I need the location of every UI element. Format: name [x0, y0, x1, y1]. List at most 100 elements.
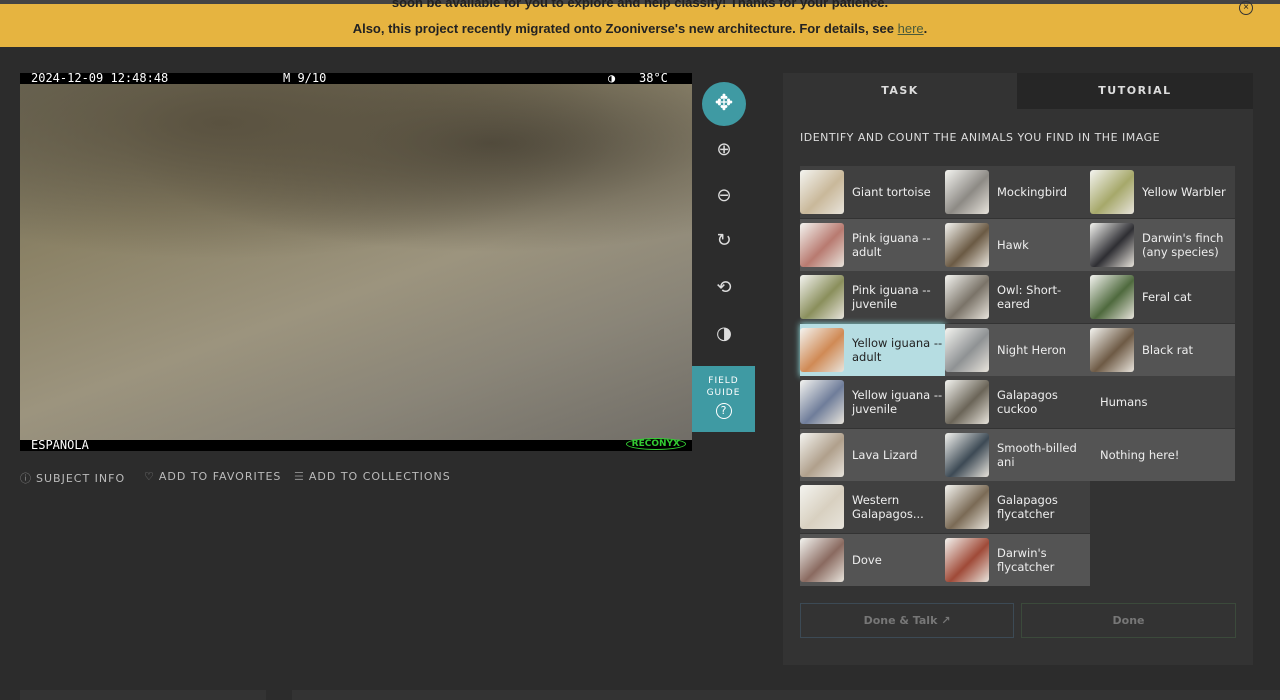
add-to-favorites-link[interactable]: ♡ ADD TO FAVORITES	[144, 470, 281, 483]
announcement-banner: soon be available for you to explore and…	[0, 0, 1280, 47]
species-choice[interactable]: Humans	[1090, 376, 1235, 428]
species-label: Black rat	[1142, 342, 1194, 357]
subject-info-label: SUBJECT INFO	[36, 472, 126, 485]
species-thumbnail	[800, 170, 844, 214]
species-thumbnail	[1090, 275, 1134, 319]
reset-button[interactable]: ⟲	[708, 272, 740, 304]
species-choice[interactable]: Galapagos flycatcher	[945, 481, 1090, 533]
species-label: Mockingbird	[997, 185, 1068, 199]
species-choice[interactable]: Giant tortoise	[800, 166, 945, 218]
species-label: Nothing here!	[1100, 447, 1180, 462]
species-label: Western Galapagos...	[852, 493, 924, 521]
species-label: Galapagos cuckoo	[997, 388, 1058, 416]
bottom-panel-right	[292, 690, 1280, 700]
species-label: Yellow Warbler	[1142, 185, 1226, 199]
field-guide-button[interactable]: FIELD GUIDE ?	[692, 366, 755, 432]
species-thumbnail	[945, 537, 989, 582]
species-choice[interactable]: Darwin's finch (any species)	[1090, 218, 1235, 271]
species-thumbnail	[800, 327, 844, 372]
species-label: Dove	[852, 552, 882, 567]
species-choice[interactable]: Darwin's flycatcher	[945, 533, 1090, 586]
species-thumbnail	[800, 380, 844, 424]
image-vegetation	[20, 83, 692, 283]
species-thumbnail	[945, 432, 989, 477]
banner-line-1: soon be available for you to explore and…	[391, 0, 889, 10]
banner-link[interactable]: here	[898, 21, 924, 36]
heart-icon: ♡	[144, 470, 155, 483]
banner-text: Also, this project recently migrated ont…	[352, 21, 898, 36]
favorites-label: ADD TO FAVORITES	[158, 470, 282, 483]
species-label: Night Heron	[997, 342, 1067, 357]
species-label: Yellow iguana -- adult	[852, 335, 943, 364]
species-choice[interactable]: Yellow Warbler	[1090, 166, 1235, 218]
species-choice[interactable]: Yellow iguana -- juvenile	[800, 376, 945, 428]
species-thumbnail	[1090, 327, 1134, 372]
add-to-collections-link[interactable]: ☰ ADD TO COLLECTIONS	[294, 470, 451, 483]
species-label: Owl: Short-eared	[997, 283, 1062, 311]
species-choice[interactable]: Hawk	[945, 218, 1090, 271]
species-label: Giant tortoise	[852, 185, 931, 199]
done-button[interactable]: Done	[1021, 603, 1236, 638]
species-choice[interactable]: Pink iguana -- juvenile	[800, 271, 945, 323]
species-choice[interactable]: Lava Lizard	[800, 428, 945, 481]
zoom-out-button[interactable]: ⊖	[708, 180, 740, 212]
species-thumbnail	[800, 432, 844, 477]
invert-button[interactable]: ◑	[708, 318, 740, 350]
species-choice[interactable]: Dove	[800, 533, 945, 586]
species-label: Yellow iguana -- juvenile	[852, 388, 943, 416]
bottom-panel-left	[20, 690, 266, 700]
banner-period: .	[923, 21, 928, 36]
reconyx-logo: RECONYX	[625, 438, 686, 450]
task-panel: TASK TUTORIAL IDENTIFY AND COUNT THE ANI…	[783, 73, 1253, 665]
species-thumbnail	[945, 170, 989, 214]
rotate-button[interactable]: ↻	[708, 225, 740, 257]
species-thumbnail	[800, 275, 844, 319]
species-choice[interactable]: Smooth-billed ani	[945, 428, 1090, 481]
tab-task[interactable]: TASK	[783, 73, 1017, 109]
species-choice[interactable]: Black rat	[1090, 323, 1235, 376]
species-thumbnail	[945, 275, 989, 319]
subject-info-link[interactable]: ⓘ SUBJECT INFO	[20, 470, 125, 486]
species-thumbnail	[1090, 170, 1134, 214]
species-thumbnail	[945, 222, 989, 267]
species-choice[interactable]: Western Galapagos...	[800, 481, 945, 533]
done-and-talk-button[interactable]: Done & Talk ↗	[800, 603, 1014, 638]
tab-tutorial[interactable]: TUTORIAL	[1017, 73, 1253, 109]
species-thumbnail	[945, 380, 989, 424]
species-label: Lava Lizard	[852, 447, 918, 462]
image-stamp-top: 2024-12-09 12:48:48 M 9/10 ◑ 38°C	[20, 73, 692, 84]
species-choice[interactable]: Feral cat	[1090, 271, 1235, 323]
image-date: 2024-12-09 12:48:48	[31, 73, 169, 85]
image-temp: 38°C	[639, 73, 668, 85]
species-thumbnail	[945, 485, 989, 529]
task-instruction: IDENTIFY AND COUNT THE ANIMALS YOU FIND …	[800, 131, 1161, 144]
help-icon: ?	[715, 403, 732, 419]
species-choice[interactable]: Owl: Short-eared	[945, 271, 1090, 323]
species-label: Galapagos flycatcher	[997, 493, 1058, 521]
info-icon: ⓘ	[20, 472, 32, 485]
species-choice[interactable]: Mockingbird	[945, 166, 1090, 218]
species-thumbnail	[945, 327, 989, 372]
species-label: Humans	[1100, 395, 1148, 409]
subject-image[interactable]: 2024-12-09 12:48:48 M 9/10 ◑ 38°C ESPANO…	[20, 73, 692, 451]
species-thumbnail	[1090, 222, 1134, 267]
species-thumbnail	[800, 222, 844, 267]
close-icon[interactable]: ×	[1239, 1, 1253, 15]
species-thumbnail	[800, 537, 844, 582]
list-icon: ☰	[294, 470, 305, 483]
zoom-in-button[interactable]: ⊕	[708, 134, 740, 166]
image-stamp-bottom: ESPANOLA	[20, 438, 692, 451]
species-choice[interactable]: Night Heron	[945, 323, 1090, 376]
species-label: Hawk	[997, 237, 1029, 252]
species-choice[interactable]: Yellow iguana -- adult	[800, 323, 945, 376]
species-choice[interactable]: Galapagos cuckoo	[945, 376, 1090, 428]
species-choice[interactable]: Pink iguana -- adult	[800, 218, 945, 271]
species-label: Darwin's finch (any species)	[1142, 230, 1224, 259]
species-label: Pink iguana -- juvenile	[852, 283, 931, 311]
collections-label: ADD TO COLLECTIONS	[308, 470, 451, 483]
field-guide-label: FIELD GUIDE	[706, 376, 741, 398]
move-button[interactable]: ✥	[702, 82, 746, 126]
species-choice[interactable]: Nothing here!	[1090, 428, 1235, 481]
image-location: ESPANOLA	[31, 438, 89, 451]
species-thumbnail	[800, 485, 844, 529]
